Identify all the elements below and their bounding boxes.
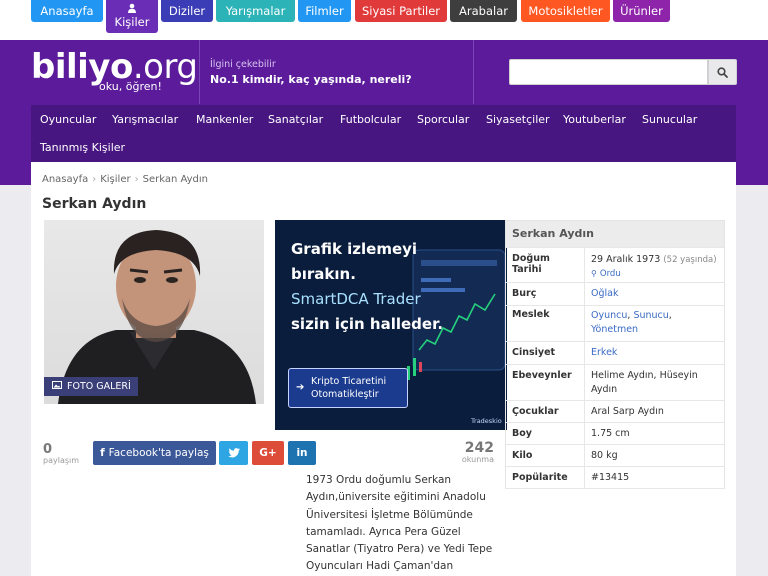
ad-line-4: sizin için halleder. [291, 315, 444, 333]
page-title: Serkan Aydın [42, 196, 147, 212]
label-popularite: Popülarite [505, 466, 585, 489]
breadcrumb-current: Serkan Aydın [142, 174, 209, 185]
read-count-label: okunma [461, 455, 494, 464]
search-button[interactable] [708, 59, 737, 85]
dogum-place-link[interactable]: Ordu [600, 269, 621, 279]
topcat-kisiler-label: Kişiler [114, 15, 150, 29]
burc-link[interactable]: Oğlak [591, 288, 618, 299]
promo-link[interactable]: No.1 kimdir, kaç yaşında, nereli? [210, 73, 412, 86]
nav-youtuberlar[interactable]: Youtuberlar [563, 113, 626, 127]
dogum-date: 29 Aralık 1973 [591, 254, 661, 265]
topcat-yarismalar[interactable]: Yarışmalar [216, 0, 295, 22]
linkedin-share-button[interactable]: in [288, 441, 316, 465]
nav-yarismacilar[interactable]: Yarışmacılar [112, 113, 178, 127]
photo-gallery-label: FOTO GALERİ [67, 381, 131, 392]
dogum-age: (52 yaşında) [663, 255, 717, 265]
boy-value: 1.75 cm [584, 422, 725, 445]
label-ebeveynler: Ebeveynler [505, 364, 585, 401]
arrow-right-icon: ➔ [296, 382, 305, 393]
label-boy: Boy [505, 422, 585, 445]
main-nav: Oyuncular Yarışmacılar Mankenler Sanatçı… [31, 105, 736, 162]
topcat-motosikletler[interactable]: Motosikletler [521, 0, 610, 22]
topcat-siyasi-partiler[interactable]: Siyasi Partiler [355, 0, 447, 22]
twitter-share-button[interactable] [219, 441, 248, 465]
search-input[interactable] [509, 59, 708, 85]
label-kilo: Kilo [505, 444, 585, 467]
photo-gallery-button[interactable]: FOTO GALERİ [44, 377, 138, 396]
info-name: Serkan Aydın [505, 220, 725, 248]
read-count: 242 [464, 440, 494, 456]
ad-line-1: Grafik izlemeyi [291, 240, 418, 258]
twitter-icon [227, 448, 240, 461]
topcat-filmler[interactable]: Filmler [298, 0, 351, 22]
facebook-share-button[interactable]: f Facebook'ta paylaş [93, 441, 216, 465]
meslek-link-yonetmen[interactable]: Yönetmen [591, 324, 638, 335]
header-divider [473, 40, 474, 104]
chevron-right-icon: › [134, 174, 139, 185]
ebeveynler-value: Helime Aydın, Hüseyin Aydın [584, 364, 725, 401]
location-pin-icon: ⚲ [591, 269, 597, 278]
label-dogum-tarihi: Doğum Tarihi [505, 247, 585, 283]
popularite-value: #13415 [584, 466, 725, 489]
nav-mankenler[interactable]: Mankenler [196, 113, 253, 127]
cinsiyet-link[interactable]: Erkek [591, 347, 617, 358]
label-cocuklar: Çocuklar [505, 400, 585, 423]
topcat-arabalar[interactable]: Arabalar [450, 0, 517, 22]
logo-tagline: oku, öğren! [99, 80, 162, 93]
header-divider [199, 40, 200, 104]
ad-line-2: bırakın. [291, 265, 356, 283]
meslek-link-sunucu[interactable]: Sunucu [633, 310, 668, 321]
breadcrumb-kisiler[interactable]: Kişiler [100, 174, 130, 185]
image-icon [52, 377, 62, 396]
label-burc: Burç [505, 282, 585, 306]
chevron-right-icon: › [92, 174, 97, 185]
breadcrumb: Anasayfa › Kişiler › Serkan Aydın [42, 174, 208, 185]
topcat-kisiler[interactable]: Kişiler [106, 0, 158, 33]
nav-sunucular[interactable]: Sunucular [642, 113, 697, 127]
meslek-link-oyuncu[interactable]: Oyuncu [591, 310, 627, 321]
linkedin-icon: in [296, 447, 308, 459]
topcat-diziler[interactable]: Diziler [161, 0, 213, 22]
nav-siyasetciler[interactable]: Siyasetçiler [486, 113, 550, 127]
advertisement-banner[interactable]: Grafik izlemeyi bırakın. SmartDCA Trader… [275, 220, 507, 430]
googleplus-share-button[interactable]: G+ [252, 441, 284, 465]
nav-sporcular[interactable]: Sporcular [417, 113, 469, 127]
ad-cta-line-1: Kripto Ticaretini [311, 376, 387, 387]
ad-cta-line-2: Otomatikleştir [311, 389, 379, 400]
ad-headline: Grafik izlemeyi bırakın. SmartDCA Trader… [291, 237, 443, 337]
ad-brand: Tradeskio [471, 417, 502, 425]
ad-cta-button[interactable]: ➔ Kripto Ticaretini Otomatikleştir [288, 368, 408, 408]
share-count-label: paylaşım [43, 456, 80, 465]
nav-taninmis-kisiler[interactable]: Tanınmış Kişiler [40, 141, 125, 155]
share-count: 0 [43, 442, 53, 457]
topcat-anasayfa[interactable]: Anasayfa [31, 0, 103, 22]
biography-text: 1973 Ordu doğumlu Serkan Aydın,üniversit… [306, 474, 493, 573]
content-panel: Anasayfa › Kişiler › Serkan Aydın Serkan Ayd… [31, 162, 736, 576]
info-table: Serkan Aydın Doğum Tarihi 29 Aralık 1973… [505, 220, 725, 489]
nav-futbolcular[interactable]: Futbolcular [340, 113, 401, 127]
search-icon [717, 63, 728, 82]
user-icon [106, 3, 158, 15]
google-plus-icon: G+ [259, 447, 277, 459]
label-meslek: Meslek [505, 305, 585, 342]
facebook-icon: f [100, 447, 105, 459]
ad-line-3: SmartDCA Trader [291, 290, 421, 308]
topcat-urunler[interactable]: Ürünler [613, 0, 670, 22]
promo-caption: İlgini çekebilir [210, 59, 276, 70]
facebook-share-label: Facebook'ta paylaş [108, 447, 209, 459]
top-category-bar: Anasayfa Kişiler Diziler Yarışmalar Film… [0, 0, 768, 40]
cocuklar-value: Aral Sarp Aydın [584, 400, 725, 423]
label-cinsiyet: Cinsiyet [505, 341, 585, 365]
nav-sanatcilar[interactable]: Sanatçılar [268, 113, 323, 127]
kilo-value: 80 kg [584, 444, 725, 467]
breadcrumb-home[interactable]: Anasayfa [42, 174, 88, 185]
nav-oyuncular[interactable]: Oyuncular [40, 113, 96, 127]
